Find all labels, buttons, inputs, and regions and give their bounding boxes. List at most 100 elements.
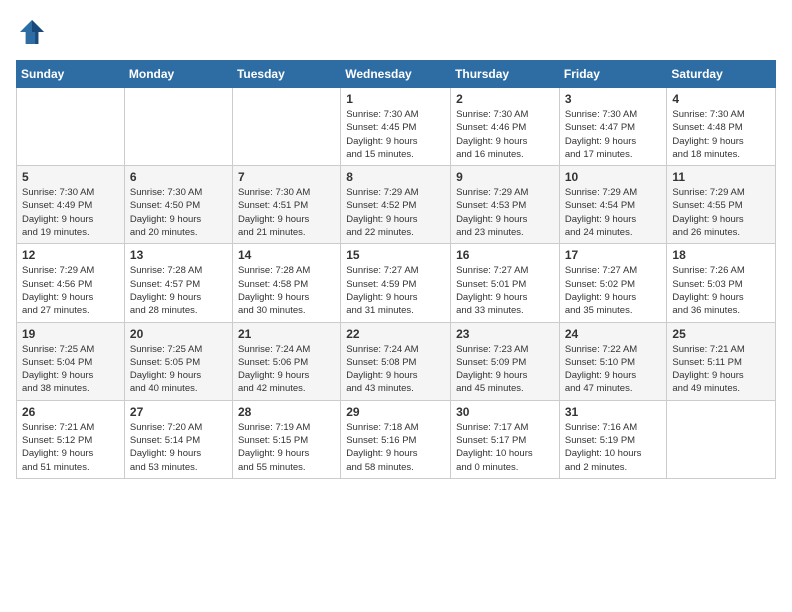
day-info: Sunrise: 7:23 AM Sunset: 5:09 PM Dayligh… <box>456 343 554 396</box>
col-header-monday: Monday <box>124 61 232 88</box>
day-cell: 25Sunrise: 7:21 AM Sunset: 5:11 PM Dayli… <box>667 322 776 400</box>
day-info: Sunrise: 7:16 AM Sunset: 5:19 PM Dayligh… <box>565 421 662 474</box>
day-cell: 12 Sunrise: 7:29 AM Sunset: 4:56 PM Dayli… <box>17 244 125 322</box>
day-cell: 13Sunrise: 7:28 AM Sunset: 4:57 PM Dayli… <box>124 244 232 322</box>
day-number: 3 <box>565 92 662 106</box>
week-row-3: 12 Sunrise: 7:29 AM Sunset: 4:56 PM Dayli… <box>17 244 776 322</box>
day-number: 2 <box>456 92 554 106</box>
day-number: 26 <box>22 405 119 419</box>
week-row-5: 26 Sunrise: 7:21 AM Sunset: 5:12 PM Dayli… <box>17 400 776 478</box>
day-info: Sunrise: 7:27 AM Sunset: 5:01 PM Dayligh… <box>456 264 554 317</box>
day-info: Sunrise: 7:19 AM Sunset: 5:15 PM Dayligh… <box>238 421 335 474</box>
day-cell <box>232 88 340 166</box>
day-number: 20 <box>130 327 227 341</box>
day-number: 11 <box>672 170 770 184</box>
day-info: Sunrise: 7:27 AM Sunset: 4:59 PM Dayligh… <box>346 264 445 317</box>
day-info: Sunrise: 7:30 AM Sunset: 4:51 PM Dayligh… <box>238 186 335 239</box>
day-number: 25 <box>672 327 770 341</box>
day-number: 7 <box>238 170 335 184</box>
col-header-sunday: Sunday <box>17 61 125 88</box>
day-number: 1 <box>346 92 445 106</box>
day-number: 16 <box>456 248 554 262</box>
day-cell: 20 Sunrise: 7:25 AM Sunset: 5:05 PM Dayli… <box>124 322 232 400</box>
day-cell: 11 Sunrise: 7:29 AM Sunset: 4:55 PM Dayli… <box>667 166 776 244</box>
day-cell: 19Sunrise: 7:25 AM Sunset: 5:04 PM Dayli… <box>17 322 125 400</box>
day-cell: 31 Sunrise: 7:16 AM Sunset: 5:19 PM Dayli… <box>559 400 667 478</box>
header <box>16 16 776 48</box>
day-number: 13 <box>130 248 227 262</box>
day-info: Sunrise: 7:29 AM Sunset: 4:55 PM Dayligh… <box>672 186 770 239</box>
logo-icon <box>16 16 48 48</box>
col-header-thursday: Thursday <box>451 61 560 88</box>
day-info: Sunrise: 7:25 AM Sunset: 5:04 PM Dayligh… <box>22 343 119 396</box>
day-number: 23 <box>456 327 554 341</box>
week-row-4: 19Sunrise: 7:25 AM Sunset: 5:04 PM Dayli… <box>17 322 776 400</box>
day-number: 24 <box>565 327 662 341</box>
day-cell: 7 Sunrise: 7:30 AM Sunset: 4:51 PM Daylig… <box>232 166 340 244</box>
day-number: 28 <box>238 405 335 419</box>
calendar: SundayMondayTuesdayWednesdayThursdayFrid… <box>16 60 776 479</box>
day-info: Sunrise: 7:30 AM Sunset: 4:50 PM Dayligh… <box>130 186 227 239</box>
day-info: Sunrise: 7:24 AM Sunset: 5:06 PM Dayligh… <box>238 343 335 396</box>
day-cell <box>17 88 125 166</box>
day-number: 21 <box>238 327 335 341</box>
day-info: Sunrise: 7:26 AM Sunset: 5:03 PM Dayligh… <box>672 264 770 317</box>
day-info: Sunrise: 7:30 AM Sunset: 4:45 PM Dayligh… <box>346 108 445 161</box>
day-cell: 2 Sunrise: 7:30 AM Sunset: 4:46 PM Daylig… <box>451 88 560 166</box>
day-info: Sunrise: 7:21 AM Sunset: 5:12 PM Dayligh… <box>22 421 119 474</box>
day-cell: 10 Sunrise: 7:29 AM Sunset: 4:54 PM Dayli… <box>559 166 667 244</box>
day-number: 17 <box>565 248 662 262</box>
day-info: Sunrise: 7:24 AM Sunset: 5:08 PM Dayligh… <box>346 343 445 396</box>
day-number: 27 <box>130 405 227 419</box>
day-cell: 1 Sunrise: 7:30 AM Sunset: 4:45 PM Daylig… <box>341 88 451 166</box>
day-cell: 18 Sunrise: 7:26 AM Sunset: 5:03 PM Dayli… <box>667 244 776 322</box>
day-cell: 27 Sunrise: 7:20 AM Sunset: 5:14 PM Dayli… <box>124 400 232 478</box>
day-cell: 17 Sunrise: 7:27 AM Sunset: 5:02 PM Dayli… <box>559 244 667 322</box>
day-cell: 9 Sunrise: 7:29 AM Sunset: 4:53 PM Daylig… <box>451 166 560 244</box>
day-number: 12 <box>22 248 119 262</box>
day-number: 5 <box>22 170 119 184</box>
day-info: Sunrise: 7:30 AM Sunset: 4:47 PM Dayligh… <box>565 108 662 161</box>
day-cell: 8 Sunrise: 7:29 AM Sunset: 4:52 PM Daylig… <box>341 166 451 244</box>
day-number: 4 <box>672 92 770 106</box>
day-number: 18 <box>672 248 770 262</box>
day-info: Sunrise: 7:25 AM Sunset: 5:05 PM Dayligh… <box>130 343 227 396</box>
day-number: 10 <box>565 170 662 184</box>
day-cell: 14 Sunrise: 7:28 AM Sunset: 4:58 PM Dayli… <box>232 244 340 322</box>
day-number: 9 <box>456 170 554 184</box>
day-info: Sunrise: 7:29 AM Sunset: 4:56 PM Dayligh… <box>22 264 119 317</box>
day-info: Sunrise: 7:27 AM Sunset: 5:02 PM Dayligh… <box>565 264 662 317</box>
day-info: Sunrise: 7:20 AM Sunset: 5:14 PM Dayligh… <box>130 421 227 474</box>
calendar-header-row: SundayMondayTuesdayWednesdayThursdayFrid… <box>17 61 776 88</box>
day-cell: 29 Sunrise: 7:18 AM Sunset: 5:16 PM Dayli… <box>341 400 451 478</box>
day-cell: 21 Sunrise: 7:24 AM Sunset: 5:06 PM Dayli… <box>232 322 340 400</box>
day-info: Sunrise: 7:28 AM Sunset: 4:58 PM Dayligh… <box>238 264 335 317</box>
day-cell: 30Sunrise: 7:17 AM Sunset: 5:17 PM Dayli… <box>451 400 560 478</box>
day-cell: 4Sunrise: 7:30 AM Sunset: 4:48 PM Daylig… <box>667 88 776 166</box>
day-cell: 5Sunrise: 7:30 AM Sunset: 4:49 PM Daylig… <box>17 166 125 244</box>
day-cell <box>667 400 776 478</box>
day-info: Sunrise: 7:29 AM Sunset: 4:52 PM Dayligh… <box>346 186 445 239</box>
day-info: Sunrise: 7:29 AM Sunset: 4:53 PM Dayligh… <box>456 186 554 239</box>
col-header-tuesday: Tuesday <box>232 61 340 88</box>
day-cell: 23 Sunrise: 7:23 AM Sunset: 5:09 PM Dayli… <box>451 322 560 400</box>
col-header-friday: Friday <box>559 61 667 88</box>
day-cell: 3 Sunrise: 7:30 AM Sunset: 4:47 PM Daylig… <box>559 88 667 166</box>
day-info: Sunrise: 7:29 AM Sunset: 4:54 PM Dayligh… <box>565 186 662 239</box>
day-number: 15 <box>346 248 445 262</box>
day-info: Sunrise: 7:18 AM Sunset: 5:16 PM Dayligh… <box>346 421 445 474</box>
day-number: 31 <box>565 405 662 419</box>
day-number: 14 <box>238 248 335 262</box>
day-cell <box>124 88 232 166</box>
col-header-saturday: Saturday <box>667 61 776 88</box>
day-info: Sunrise: 7:22 AM Sunset: 5:10 PM Dayligh… <box>565 343 662 396</box>
day-cell: 28 Sunrise: 7:19 AM Sunset: 5:15 PM Dayli… <box>232 400 340 478</box>
day-info: Sunrise: 7:30 AM Sunset: 4:46 PM Dayligh… <box>456 108 554 161</box>
day-number: 8 <box>346 170 445 184</box>
day-number: 29 <box>346 405 445 419</box>
col-header-wednesday: Wednesday <box>341 61 451 88</box>
day-cell: 24 Sunrise: 7:22 AM Sunset: 5:10 PM Dayli… <box>559 322 667 400</box>
logo <box>16 16 52 48</box>
day-cell: 26 Sunrise: 7:21 AM Sunset: 5:12 PM Dayli… <box>17 400 125 478</box>
page: SundayMondayTuesdayWednesdayThursdayFrid… <box>0 0 792 495</box>
